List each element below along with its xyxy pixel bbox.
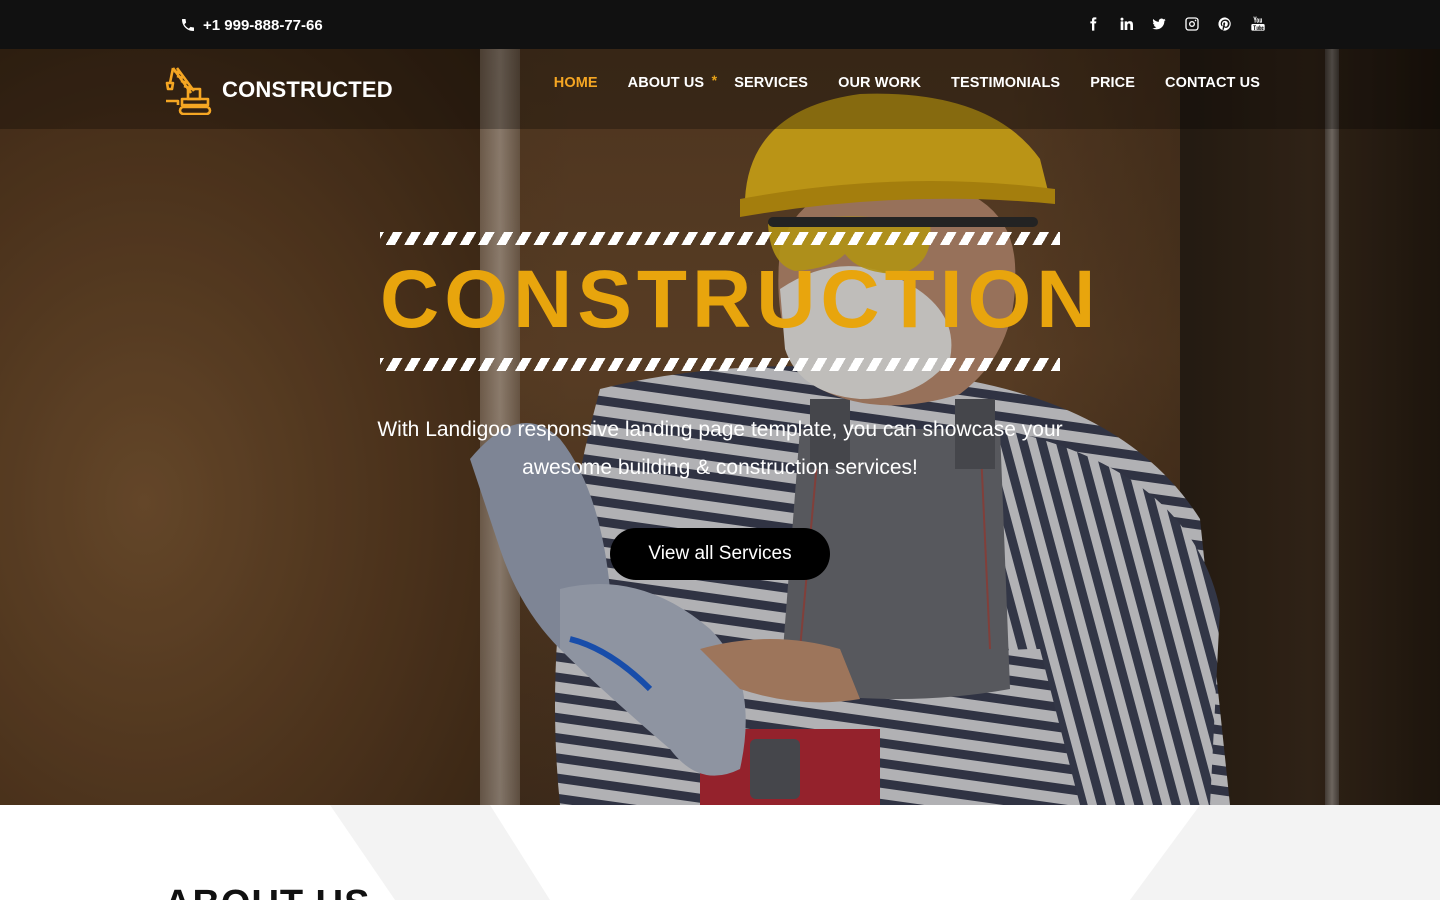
- twitter-icon[interactable]: [1151, 15, 1167, 33]
- crane-icon: [165, 67, 212, 115]
- brand-logo[interactable]: CONSTRUCTED: [164, 65, 393, 115]
- nav-home[interactable]: HOME: [554, 75, 598, 91]
- facebook-icon[interactable]: [1085, 15, 1101, 33]
- youtube-icon[interactable]: [1250, 15, 1266, 33]
- nav-testimonials[interactable]: TESTIMONIALS: [951, 75, 1060, 91]
- social-links: [1085, 15, 1266, 33]
- hero-subtext-line-2: awesome building & construction services…: [522, 456, 918, 479]
- linkedin-icon[interactable]: [1118, 15, 1134, 33]
- about-decor-shape-right: [1130, 805, 1440, 900]
- brand-name: CONSTRUCTED: [222, 77, 393, 102]
- about-section: ABOUT US: [0, 805, 1440, 900]
- nav-contact-us[interactable]: CONTACT US: [1165, 75, 1260, 91]
- about-title: ABOUT US: [164, 883, 370, 900]
- nav-services[interactable]: SERVICES: [734, 75, 808, 91]
- phone-number: +1 999-888-77-66: [203, 16, 323, 34]
- main-header: CONSTRUCTED HOME ABOUT US * SERVICES OUR …: [0, 49, 1440, 129]
- hero-headline: CONSTRUCTION: [380, 254, 1101, 345]
- nav-about-us-marker: *: [711, 72, 718, 88]
- hazard-stripe-bottom: [380, 358, 1060, 371]
- top-bar: +1 999-888-77-66: [0, 0, 1440, 49]
- phone-icon: [182, 19, 194, 31]
- nav-price[interactable]: PRICE: [1090, 75, 1135, 91]
- view-all-services-button[interactable]: View all Services: [610, 528, 830, 580]
- instagram-icon[interactable]: [1184, 15, 1200, 33]
- pinterest-icon[interactable]: [1217, 15, 1233, 33]
- nav-about-us[interactable]: ABOUT US *: [627, 72, 717, 91]
- hazard-stripe-top: [380, 232, 1060, 245]
- hero-subtext-line-1: With Landigoo responsive landing page te…: [377, 418, 1063, 441]
- hero-subtext: With Landigoo responsive landing page te…: [340, 411, 1100, 487]
- nav-about-us-label: ABOUT US: [627, 75, 705, 91]
- nav-our-work[interactable]: OUR WORK: [838, 75, 921, 91]
- phone-contact[interactable]: +1 999-888-77-66: [180, 14, 323, 36]
- main-navigation: HOME ABOUT US * SERVICES OUR WORK TESTIMO…: [554, 72, 1260, 91]
